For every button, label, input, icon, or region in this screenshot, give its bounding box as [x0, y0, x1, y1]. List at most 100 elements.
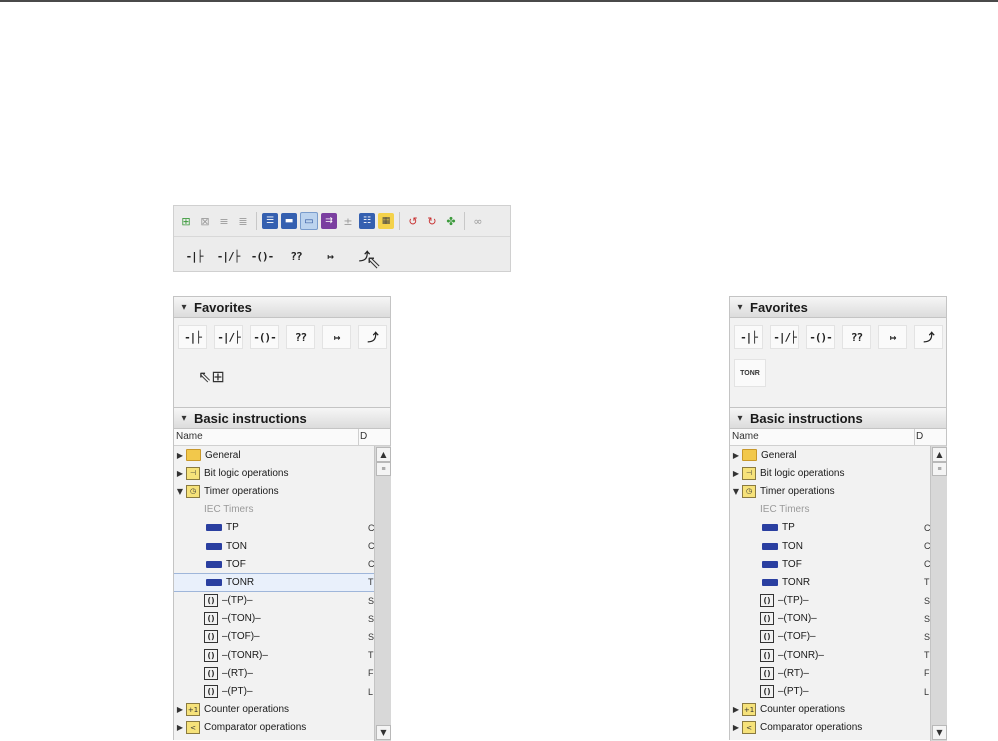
tree-item[interactable]: ▼ ◷ Timer operations [730, 482, 930, 500]
tree-item[interactable]: () –(TP)– S [730, 592, 930, 610]
scroll-down-icon[interactable]: ▼ [932, 725, 947, 740]
insert-column-icon[interactable]: ≣ [235, 213, 251, 229]
scroll-thumb[interactable]: ≡ [376, 462, 391, 476]
tree-scrollbar[interactable]: ▲ ≡ ▼ [930, 446, 947, 741]
close-branch-icon[interactable]: ⤴ [914, 325, 943, 349]
tonr-favorite[interactable]: TONR [734, 359, 766, 387]
tree-item[interactable]: TP C [730, 519, 931, 537]
tree-item-selected[interactable]: TONR T [174, 573, 374, 592]
tree-item[interactable]: () –(TON)– S [174, 610, 374, 628]
empty-box-icon[interactable]: ?? [286, 325, 315, 349]
scroll-up-icon[interactable]: ▲ [376, 447, 391, 462]
column-d[interactable]: D [914, 429, 923, 445]
coil-icon[interactable]: -()- [806, 325, 835, 349]
no-contact-icon[interactable]: -|├ [180, 246, 208, 266]
tree-item[interactable]: () –(RT)– F [174, 664, 374, 682]
tree-item[interactable]: () –(TONR)– T [730, 646, 930, 664]
scroll-down-icon[interactable]: ▼ [376, 725, 391, 740]
tree-item[interactable]: () –(TOF)– S [174, 628, 374, 646]
tree-item-label: TOF [782, 558, 802, 570]
no-contact-icon[interactable]: -|├ [734, 325, 763, 349]
tree-item[interactable]: () –(TON)– S [730, 610, 930, 628]
favorites-header[interactable]: ▾ Favorites [174, 297, 390, 318]
tree-item[interactable]: ▶ ⊣ Bit logic operations [730, 464, 930, 482]
network-insert-icon[interactable]: ⊞ [178, 213, 194, 229]
open-branch-icon[interactable]: ↦ [316, 246, 344, 266]
tree-item[interactable]: () –(PT)– L [730, 682, 930, 700]
tree-scrollbar[interactable]: ▲ ≡ ▼ [374, 446, 391, 741]
tree-item[interactable]: TOF C [174, 555, 375, 573]
expand-icon[interactable]: ▶ [730, 469, 742, 478]
tree-item-label: –(TONR)– [778, 649, 824, 661]
no-contact-icon[interactable]: -|├ [178, 325, 207, 349]
coil-icon[interactable]: -()- [248, 246, 276, 266]
tree-item[interactable]: () –(TOF)– S [730, 628, 930, 646]
tree-item[interactable]: ▶ ⊣ Bit logic operations [174, 464, 374, 482]
tree-item-label: IEC Timers [204, 504, 254, 516]
expand-icon[interactable]: ▶ [730, 451, 742, 460]
block-icon [762, 542, 778, 550]
networks-collapse-icon[interactable]: ☷ [359, 213, 375, 229]
favorites-header[interactable]: ▾ Favorites [730, 297, 946, 318]
tree-item[interactable]: ▶ < Comparator operations [730, 719, 930, 737]
tree-item[interactable]: () –(TONR)– T [174, 646, 374, 664]
tree-item[interactable]: () –(RT)– F [730, 664, 930, 682]
empty-box-icon[interactable]: ?? [282, 246, 310, 266]
expand-icon[interactable]: ▶ [174, 723, 186, 732]
column-d[interactable]: D [358, 429, 367, 445]
highlight-icon[interactable]: ▦ [378, 213, 394, 229]
expand-icon[interactable]: ▶ [730, 723, 742, 732]
tree-item[interactable]: ▼ ◷ Timer operations [174, 482, 374, 500]
open-branch-icon[interactable]: ↦ [322, 325, 351, 349]
tree-item[interactable]: ▶ General [174, 446, 374, 464]
tree-item[interactable]: ▶ +1 Counter operations [730, 701, 930, 719]
nc-contact-icon[interactable]: -|/├ [214, 246, 242, 266]
insert-row-icon[interactable]: ≡ [216, 213, 232, 229]
nc-contact-icon[interactable]: -|/├ [214, 325, 243, 349]
close-branch-icon[interactable]: ⤴ [358, 325, 387, 349]
coil-instruction-icon: () [204, 594, 218, 608]
tree-item[interactable]: ▶ +1 Counter operations [174, 701, 374, 719]
tree-item[interactable]: TONR T [730, 573, 930, 591]
instruction-tree: ▶ General ▶ ⊣ Bit logic operations ▼ ◷ Timer … [174, 446, 375, 737]
open-branch-icon[interactable]: ↦ [878, 325, 907, 349]
close-branch-icon[interactable]: ± [340, 213, 356, 229]
column-name[interactable]: Name [176, 431, 203, 442]
scroll-up-icon[interactable]: ▲ [932, 447, 947, 462]
basic-instructions-title: Basic instructions [750, 410, 863, 426]
column-name[interactable]: Name [732, 431, 759, 442]
nc-contact-icon[interactable]: -|/├ [770, 325, 799, 349]
tree-item[interactable]: TON C [174, 537, 375, 555]
monitor-icon[interactable]: ✤ [443, 213, 459, 229]
network-delete-icon[interactable]: ⊠ [197, 213, 213, 229]
favorites-toggle-icon[interactable]: ▬ [281, 213, 297, 229]
go-online-icon[interactable]: ↺ [405, 213, 421, 229]
absolute-operand-icon[interactable]: ☰ [262, 213, 278, 229]
go-offline-icon[interactable]: ↻ [424, 213, 440, 229]
expand-icon[interactable]: ▶ [174, 705, 186, 714]
tree-item[interactable]: TOF C [730, 555, 931, 573]
tree-item[interactable]: () –(PT)– L [174, 682, 374, 700]
empty-box-icon[interactable]: ?? [842, 325, 871, 349]
collapse-icon[interactable]: ▼ [730, 487, 742, 496]
scroll-thumb[interactable]: ≡ [932, 462, 947, 476]
coil-icon[interactable]: -()- [250, 325, 279, 349]
tree-item[interactable]: TON C [730, 537, 931, 555]
tree-item[interactable]: ▶ General [730, 446, 930, 464]
tree-item[interactable]: ▶ < Comparator operations [174, 719, 374, 737]
comments-toggle-icon[interactable]: ▭ [300, 212, 318, 230]
tree-item-label: Bit logic operations [204, 467, 289, 479]
basic-instructions-header[interactable]: ▾ Basic instructions [174, 407, 390, 429]
expand-icon[interactable]: ▶ [174, 451, 186, 460]
collapse-icon[interactable]: ▼ [174, 487, 186, 496]
watch-icon[interactable]: ∞ [470, 213, 486, 229]
tree-item[interactable]: () –(TP)– S [174, 592, 374, 610]
expand-icon[interactable]: ▶ [174, 469, 186, 478]
open-branch-icon[interactable]: ⇉ [321, 213, 337, 229]
basic-instructions-header[interactable]: ▾ Basic instructions [730, 407, 946, 429]
tree-item-label: TP [226, 522, 239, 534]
expand-icon[interactable]: ▶ [730, 705, 742, 714]
comparator-icon: < [186, 721, 200, 735]
instructions-panel-after: ▾ Favorites -|├ -|/├ -()- ?? ↦ ⤴ TONR ▾ … [729, 296, 947, 741]
tree-item[interactable]: TP C [174, 519, 375, 537]
